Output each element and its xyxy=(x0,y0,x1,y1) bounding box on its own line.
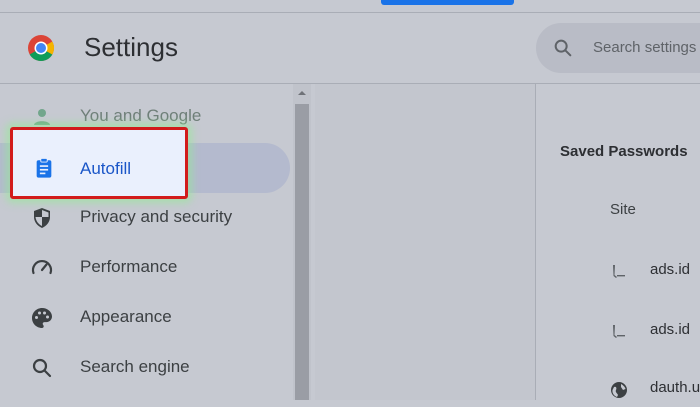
password-row[interactable]: dauth.u xyxy=(610,377,700,407)
page-title: Settings xyxy=(84,32,178,62)
person-icon xyxy=(34,109,50,125)
site-favicon xyxy=(613,265,625,278)
sidebar-item-appearance[interactable]: Appearance xyxy=(0,293,290,343)
sidebar-item-label: Privacy and security xyxy=(80,207,233,226)
password-row[interactable]: ads.id xyxy=(610,319,700,349)
top-strip xyxy=(0,0,700,13)
password-row[interactable]: ads.id xyxy=(610,259,700,289)
sidebar-item-performance[interactable]: Performance xyxy=(0,243,290,293)
sidebar-item-label: Performance xyxy=(80,257,178,276)
site-name: dauth.u xyxy=(650,379,700,396)
search-icon xyxy=(554,39,572,57)
shield-icon xyxy=(34,208,50,228)
passwords-panel xyxy=(536,84,700,400)
globe-icon xyxy=(611,382,627,398)
column-header-site: Site xyxy=(610,201,636,218)
speedometer-icon xyxy=(31,259,53,275)
sidebar-item-label: You and Google xyxy=(80,106,202,125)
site-name: ads.id xyxy=(650,321,691,338)
scrollbar-thumb[interactable] xyxy=(295,104,309,400)
sidebar-item-label: Autofill xyxy=(80,159,132,178)
search-icon xyxy=(32,358,52,378)
site-favicon xyxy=(613,325,625,338)
sidebar-item-label: Appearance xyxy=(80,307,172,326)
sidebar-item-autofill[interactable]: Autofill xyxy=(10,127,188,199)
palette-icon xyxy=(32,308,52,328)
sidebar-item-label: Search engine xyxy=(80,357,190,376)
search-box[interactable]: Search settings xyxy=(536,23,700,73)
content-panel xyxy=(315,84,536,400)
sidebar-item-privacy[interactable]: Privacy and security xyxy=(0,193,290,243)
header: Settings Search settings xyxy=(0,13,700,84)
search-input[interactable]: Search settings xyxy=(593,39,696,56)
scroll-up-arrow-icon[interactable] xyxy=(296,88,308,98)
chrome-logo-icon xyxy=(28,35,55,62)
top-accent-bar xyxy=(381,0,514,5)
saved-passwords-heading: Saved Passwords xyxy=(560,143,688,160)
site-name: ads.id xyxy=(650,261,691,278)
clipboard-icon xyxy=(36,157,52,178)
sidebar-item-search-engine[interactable]: Search engine xyxy=(0,343,290,393)
